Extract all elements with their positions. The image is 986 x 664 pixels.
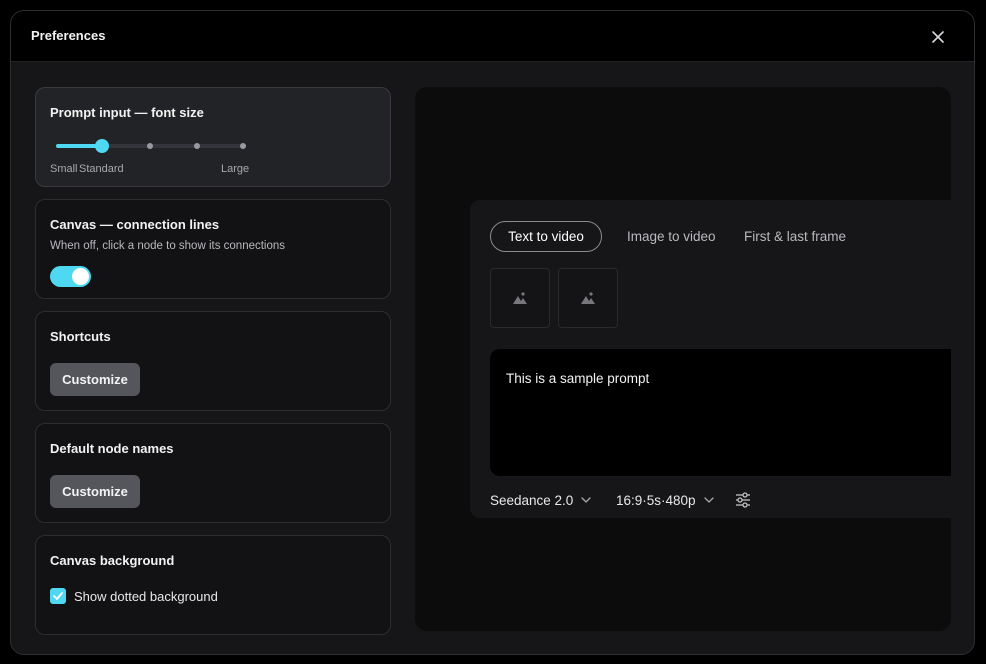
params-select[interactable]: 16:9·5s·480p [616,490,714,510]
font-size-slider[interactable] [50,138,260,154]
customize-node-names-button[interactable]: Customize [50,475,140,508]
connection-lines-description: When off, click a node to show its conne… [50,240,286,252]
check-icon [53,592,63,600]
prompt-input[interactable]: This is a sample prompt [490,349,951,476]
font-size-card: Prompt input — font size Small Standard … [35,87,391,187]
node-names-card: Default node names Customize [35,423,391,523]
label-standard: Standard [79,163,124,175]
dotted-background-option[interactable]: Show dotted background [50,588,218,604]
model-select[interactable]: Seedance 2.0 [490,490,591,510]
shortcuts-card: Shortcuts Customize [35,311,391,411]
params-value: 16:9·5s·480p [616,492,696,508]
slider-step-dot[interactable] [147,143,153,149]
canvas-background-card: Canvas background Show dotted background [35,535,391,635]
label-small: Small [50,163,78,175]
preview-area: Text to video Image to video First & las… [415,87,951,631]
dotted-background-checkbox[interactable] [50,588,66,604]
slider-step-dot[interactable] [194,143,200,149]
model-value: Seedance 2.0 [490,492,574,508]
tab-text-to-video[interactable]: Text to video [490,221,602,252]
chevron-down-icon [703,497,714,503]
tab-first-last-frame[interactable]: First & last frame [744,221,846,252]
chevron-down-icon [581,497,591,503]
tab-image-to-video[interactable]: Image to video [627,221,716,252]
canvas-background-title: Canvas background [50,553,175,568]
close-icon [932,31,944,43]
image-icon [513,292,527,304]
prompt-panel: Text to video Image to video First & las… [470,200,951,518]
connection-lines-title: Canvas — connection lines [50,217,220,232]
node-names-title: Default node names [50,441,174,456]
prompt-text: This is a sample prompt [506,371,650,386]
sliders-icon [736,492,750,508]
image-icon [581,292,595,304]
font-size-title: Prompt input — font size [50,105,204,120]
toggle-knob [72,268,89,285]
dotted-background-label: Show dotted background [74,588,218,604]
frame-upload-slot[interactable] [558,268,618,328]
modal-header: Preferences [11,11,974,62]
slider-thumb[interactable] [95,139,109,153]
connection-lines-toggle[interactable] [50,266,91,287]
connection-lines-card: Canvas — connection lines When off, clic… [35,199,391,299]
label-large: Large [221,163,250,175]
shortcuts-title: Shortcuts [50,329,111,344]
preferences-modal: Preferences Prompt input — font size Sma… [10,10,975,655]
close-button[interactable] [926,25,950,49]
frame-upload-slot[interactable] [490,268,550,328]
modal-title: Preferences [31,28,106,43]
slider-step-dot[interactable] [240,143,246,149]
generation-settings-button[interactable] [734,490,752,510]
customize-shortcuts-button[interactable]: Customize [50,363,140,396]
